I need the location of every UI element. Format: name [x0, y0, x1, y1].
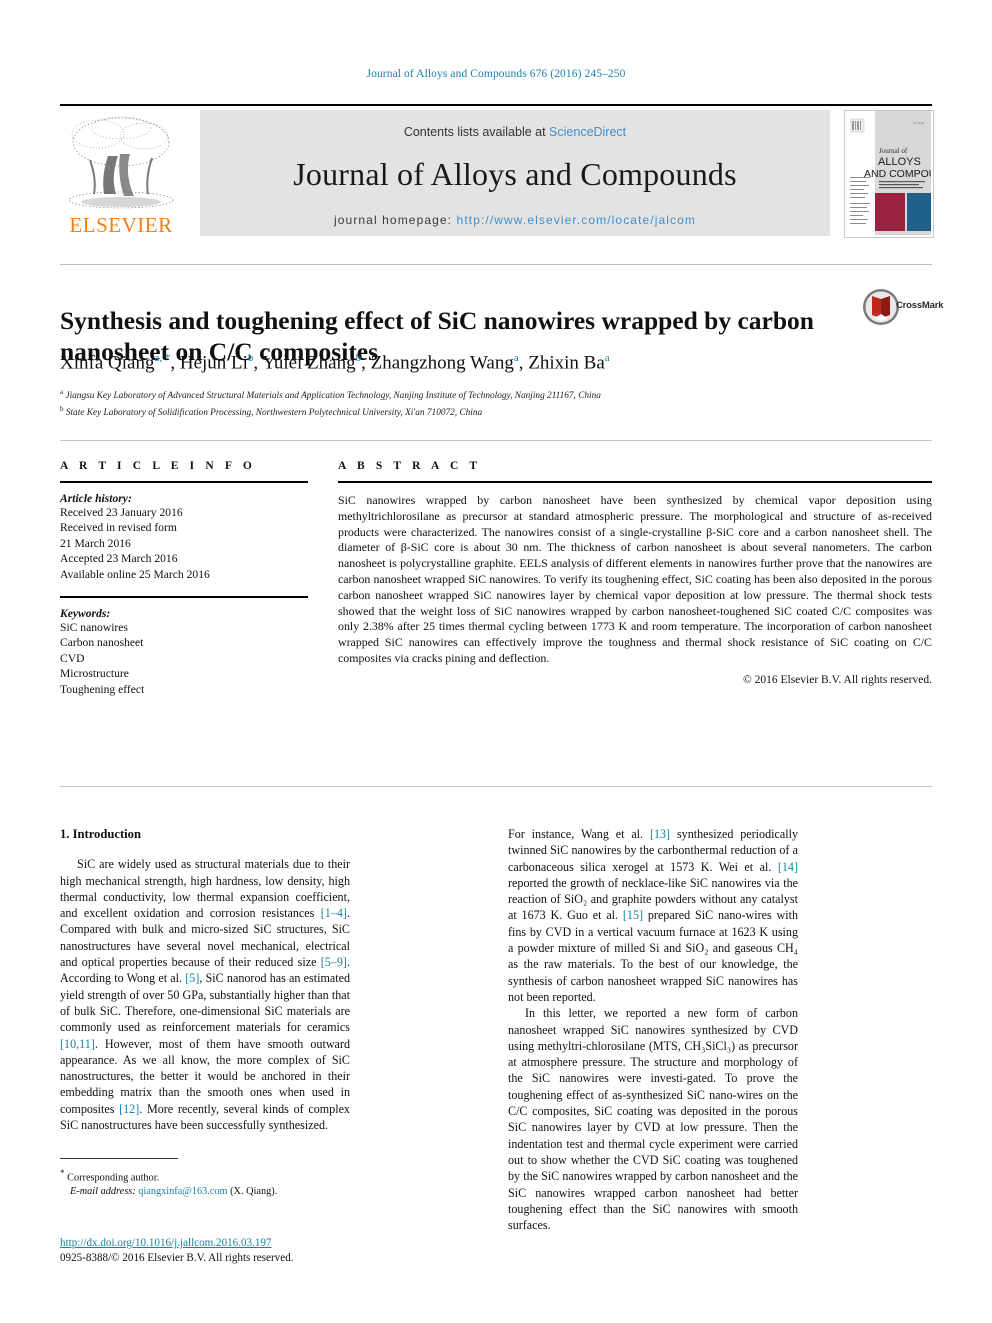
abstract-text: SiC nanowires wrapped by carbon nanoshee…	[338, 493, 932, 665]
author-name-1: Hejun Li	[179, 352, 248, 374]
affiliation-a: a Jiangsu Key Laboratory of Advanced Str…	[60, 386, 890, 403]
info-band-top-rule	[60, 440, 932, 441]
sciencedirect-link[interactable]: ScienceDirect	[549, 125, 626, 139]
history-item-1: Received in revised form	[60, 521, 177, 535]
footnote-block: * Corresponding author. E-mail address: …	[60, 1166, 390, 1199]
history-item-2: 21 March 2016	[60, 536, 131, 550]
keyword-1: Carbon nanosheet	[60, 636, 144, 650]
affiliation-text-b: State Key Laboratory of Solidification P…	[65, 407, 483, 418]
keywords-rule	[60, 596, 308, 599]
masthead-banner: Contents lists available at ScienceDirec…	[200, 110, 830, 236]
journal-masthead: ELSEVIER Contents lists available at Sci…	[60, 104, 934, 238]
author-affiliation-mark-0: a, *	[154, 352, 171, 364]
homepage-link[interactable]: http://www.elsevier.com/locate/jalcom	[457, 213, 696, 227]
keyword-3: Microstructure	[60, 667, 129, 681]
affiliation-mark-b: b	[60, 404, 64, 413]
author-list: Xinfa Qianga, *, Hejun Lib, Yulei Zhangb…	[60, 352, 610, 374]
history-item-0: Received 23 January 2016	[60, 506, 183, 519]
masthead-top-rule	[60, 104, 932, 106]
history-item-4: Available online 25 March 2016	[60, 567, 210, 581]
article-info-column: A R T I C L E I N F O Article history: R…	[60, 460, 308, 697]
author-name-2: Yulei Zhang	[262, 352, 356, 374]
info-band-bottom-rule	[60, 786, 932, 787]
title-separator-rule	[60, 264, 932, 265]
intro-paragraph-right-2: In this letter, we reported a new form o…	[508, 1006, 798, 1233]
contents-available-line: Contents lists available at ScienceDirec…	[200, 125, 830, 139]
journal-title: Journal of Alloys and Compounds	[293, 156, 737, 192]
email-label: E-mail address:	[70, 1186, 139, 1198]
article-history-list: Received 23 January 2016 Received in rev…	[60, 505, 308, 582]
keyword-2: CVD	[60, 651, 85, 665]
author-affiliation-mark-4: a	[604, 352, 610, 364]
doi-link[interactable]: http://dx.doi.org/10.1016/j.jallcom.2016…	[60, 1236, 460, 1251]
crossmark-label: CrossMark	[896, 300, 944, 311]
abstract-heading: A B S T R A C T	[338, 460, 482, 472]
citation-14[interactable]: [14]	[778, 860, 798, 874]
crossmark-badge-group[interactable]: CrossMark	[862, 288, 944, 328]
elsevier-logo: ELSEVIER	[60, 112, 182, 238]
issn-copyright-line: 0925-8388/© 2016 Elsevier B.V. All right…	[60, 1252, 294, 1264]
svg-text:Vol 676: Vol 676	[913, 121, 924, 125]
abstract-rule	[338, 481, 932, 483]
affiliation-list: a Jiangsu Key Laboratory of Advanced Str…	[60, 386, 890, 419]
abstract-copyright: © 2016 Elsevier B.V. All rights reserved…	[743, 673, 932, 686]
email-link[interactable]: qiangxinfa@163.com	[138, 1186, 227, 1197]
author-name-4: Zhixin Ba	[528, 352, 605, 374]
intro-paragraph-right-1: For instance, Wang et al. [13] synthesiz…	[508, 826, 798, 1005]
elsevier-tree-icon	[68, 116, 174, 209]
running-head: Journal of Alloys and Compounds 676 (201…	[366, 68, 626, 80]
keywords-label: Keywords:	[60, 607, 111, 621]
author-affiliation-mark-2: b	[355, 352, 362, 364]
article-info-rule	[60, 481, 308, 483]
author-name-0: Xinfa Qiang	[60, 352, 155, 374]
affiliation-mark-a: a	[60, 388, 64, 396]
citation-5-9[interactable]: [5–9]	[321, 955, 347, 969]
body-column-right: For instance, Wang et al. [13] synthesiz…	[508, 826, 798, 1233]
corresponding-author-note: * Corresponding author.	[60, 1166, 390, 1185]
section-heading-introduction: 1. Introduction	[60, 827, 141, 841]
keyword-0: SiC nanowires	[60, 621, 128, 635]
affiliation-b: b State Key Laboratory of Solidification…	[60, 403, 890, 420]
author-affiliation-mark-3: a	[513, 352, 519, 364]
svg-text:Journal of: Journal of	[879, 147, 908, 155]
crossmark-icon[interactable]	[862, 288, 900, 326]
svg-text:AND COMPOUNDS: AND COMPOUNDS	[864, 168, 931, 180]
body-column-left: 1. Introduction SiC are widely used as s…	[60, 826, 350, 1133]
citation-10-11[interactable]: [10,11]	[60, 1037, 95, 1051]
author-name-3: Zhangzhong Wang	[370, 352, 514, 374]
elsevier-wordmark: ELSEVIER	[69, 213, 173, 237]
right-text-d: prepared SiC nano-wires with fins by CVD…	[508, 908, 798, 1004]
keywords-list: SiC nanowires Carbon nanosheet CVD Micro…	[60, 620, 308, 697]
affiliation-text-a: Jiangsu Key Laboratory of Advanced Struc…	[65, 391, 601, 402]
citation-5[interactable]: [5]	[185, 971, 199, 985]
intro-text-a: SiC are widely used as structural materi…	[60, 857, 350, 921]
journal-homepage-line: journal homepage: http://www.elsevier.co…	[200, 213, 830, 227]
doi-block: http://dx.doi.org/10.1016/j.jallcom.2016…	[60, 1236, 460, 1266]
citation-13[interactable]: [13]	[650, 827, 670, 841]
intro-paragraph-left: SiC are widely used as structural materi…	[60, 856, 350, 1133]
author-affiliation-mark-1: b	[247, 352, 254, 364]
contents-prefix: Contents lists available at	[403, 125, 550, 139]
abstract-column: A B S T R A C T SiC nanowires wrapped by…	[338, 460, 932, 686]
history-item-3: Accepted 23 March 2016	[60, 552, 178, 566]
paper-page: Journal of Alloys and Compounds 676 (201…	[0, 0, 992, 1323]
article-info-heading: A R T I C L E I N F O	[60, 460, 256, 472]
article-history-label: Article history:	[60, 492, 132, 505]
email-note: E-mail address: qiangxinfa@163.com (X. Q…	[60, 1185, 390, 1199]
journal-cover-image: Vol 676 Journal of ALLOYS AND COMPOUNDS	[845, 111, 933, 235]
homepage-label: journal homepage:	[334, 213, 457, 227]
keyword-4: Toughening effect	[60, 682, 145, 696]
journal-cover-thumbnail: Vol 676 Journal of ALLOYS AND COMPOUNDS	[844, 110, 934, 238]
footnote-rule	[60, 1158, 178, 1159]
right-text-a: For instance, Wang et al.	[508, 827, 650, 841]
citation-15[interactable]: [15]	[623, 908, 643, 922]
email-suffix: (X. Qiang).	[227, 1186, 278, 1198]
citation-12[interactable]: [12]	[119, 1102, 139, 1116]
citation-1-4[interactable]: [1–4]	[321, 906, 347, 920]
asterisk-icon: *	[60, 1168, 65, 1178]
svg-text:ALLOYS: ALLOYS	[878, 156, 921, 168]
corresponding-author-text: Corresponding author.	[67, 1172, 160, 1184]
